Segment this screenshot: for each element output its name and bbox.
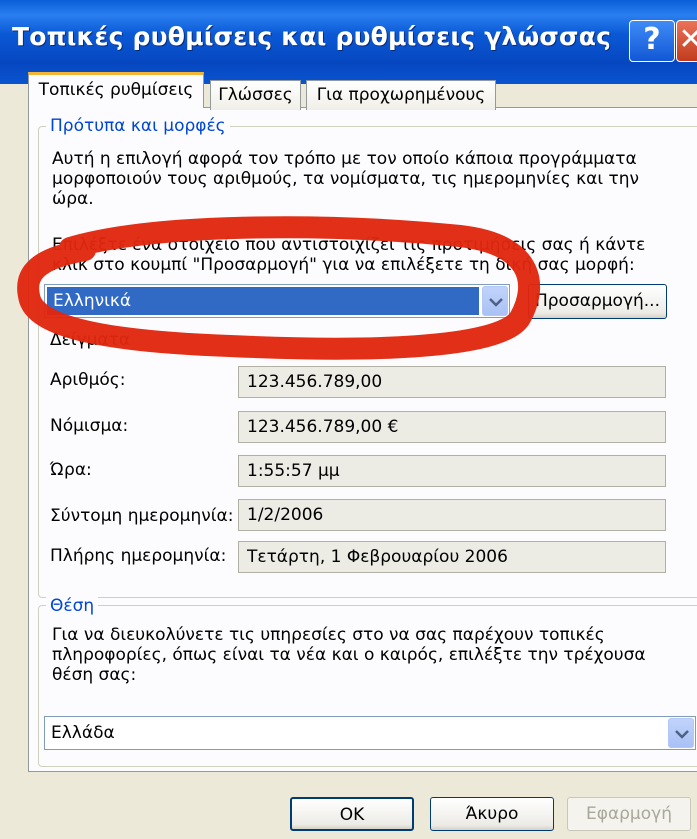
customize-button[interactable]: Προσαρμογή... <box>528 284 667 319</box>
format-select-dropdown-button[interactable] <box>482 286 508 316</box>
ok-button[interactable]: OK <box>290 797 414 831</box>
format-select-value: Ελληνικά <box>47 287 479 315</box>
samples-label: Δείγματα <box>50 330 131 350</box>
tab-regional-options[interactable]: Τοπικές ρυθμίσεις <box>28 72 204 108</box>
apply-button[interactable]: Εφαρμογή <box>567 797 691 831</box>
sample-short-date-value: 1/2/2006 <box>238 499 666 531</box>
sample-long-date-value: Τετάρτη, 1 Φεβρουαρίου 2006 <box>238 541 666 573</box>
tab-advanced[interactable]: Για προχωρημένους <box>306 80 496 110</box>
location-select[interactable]: Ελλάδα <box>44 716 696 750</box>
sample-currency-label: Νόμισμα: <box>50 416 129 436</box>
sample-time-label: Ώρα: <box>50 460 92 480</box>
tab-languages[interactable]: Γλώσσες <box>210 80 301 110</box>
location-description: Για να διευκολύνετε τις υπηρεσίες στο να… <box>52 625 646 685</box>
window-title: Τοπικές ρυθμίσεις και ρυθμίσεις γλώσσας <box>12 22 612 51</box>
formats-instruction: Επιλέξτε ένα στοιχείο που αντιστοιχίζει … <box>52 235 646 275</box>
sample-currency-value: 123.456.789,00 € <box>238 411 666 443</box>
chevron-down-icon <box>675 730 689 739</box>
close-icon: ✕ <box>678 22 697 57</box>
formats-legend: Πρότυπα και μορφές <box>46 116 230 136</box>
sample-short-date-label: Σύντομη ημερομηνία: <box>50 506 234 526</box>
close-button[interactable]: ✕ <box>676 20 697 62</box>
sample-long-date-label: Πλήρης ημερομηνία: <box>50 546 227 566</box>
format-select[interactable]: Ελληνικά <box>44 284 510 318</box>
location-select-dropdown-button[interactable] <box>668 718 694 748</box>
cancel-button[interactable]: Άκυρο <box>430 797 554 831</box>
formats-description: Αυτή η επιλογή αφορά τον τρόπο με τον οπ… <box>52 149 639 209</box>
chevron-down-icon <box>489 298 503 307</box>
help-button[interactable]: ? <box>629 20 675 62</box>
sample-number-label: Αριθμός: <box>50 370 126 390</box>
sample-number-value: 123.456.789,00 <box>238 366 666 398</box>
sample-time-value: 1:55:57 μμ <box>238 455 666 487</box>
location-legend: Θέση <box>46 596 99 616</box>
location-select-value: Ελλάδα <box>51 723 115 743</box>
